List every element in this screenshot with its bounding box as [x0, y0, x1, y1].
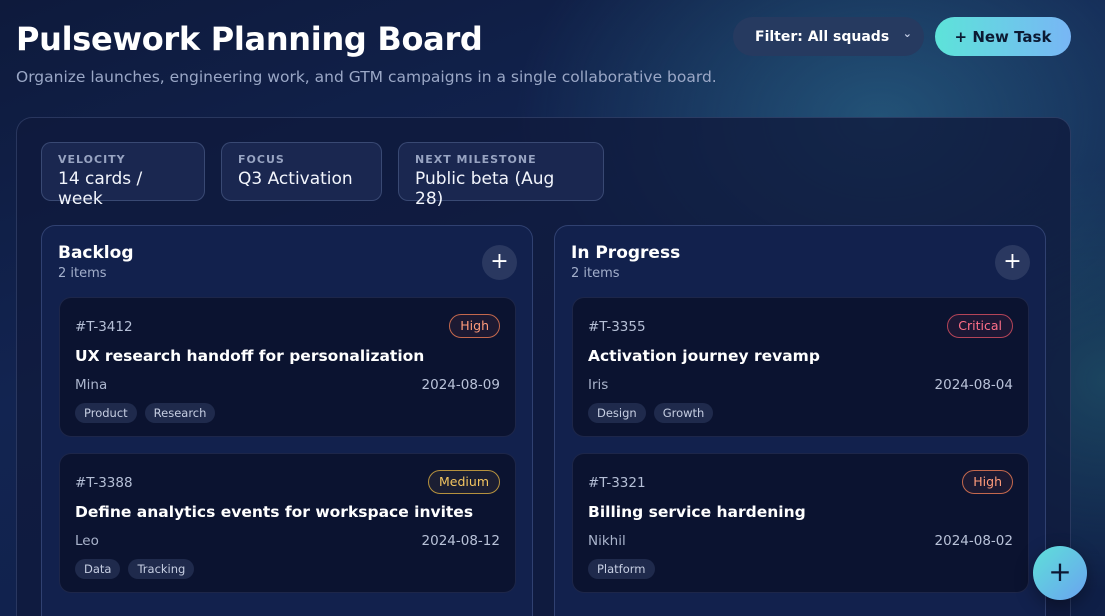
- task-id: #T-3388: [75, 475, 133, 491]
- task-tags: Product Research: [75, 403, 216, 423]
- tag: Platform: [588, 559, 655, 579]
- stat-next-milestone: NEXT MILESTONE Public beta (Aug 28): [398, 142, 604, 209]
- stat-value: 14 cards / week: [58, 169, 143, 209]
- task-title: Define analytics events for workspace in…: [75, 503, 474, 521]
- task-due-date: 2024-08-02: [934, 533, 1013, 549]
- stat-label: NEXT MILESTONE: [415, 153, 537, 166]
- task-owner: Mina: [75, 377, 108, 393]
- page-header: Pulsework Planning Board Organize launch…: [16, 20, 717, 86]
- page-subtitle: Organize launches, engineering work, and…: [16, 68, 717, 86]
- task-card[interactable]: #T-3388 Medium Define analytics events f…: [59, 453, 516, 593]
- column-count: 2 items: [58, 266, 107, 281]
- add-card-button[interactable]: +: [482, 245, 517, 280]
- task-tags: Data Tracking: [75, 559, 195, 579]
- plus-icon: +: [1003, 249, 1022, 274]
- task-card[interactable]: #T-3355 Critical Activation journey reva…: [572, 297, 1029, 437]
- task-due-date: 2024-08-09: [421, 377, 500, 393]
- task-due-date: 2024-08-04: [934, 377, 1013, 393]
- squad-filter-select[interactable]: Filter: All squads ⌄: [733, 17, 924, 56]
- tag: Growth: [653, 403, 714, 423]
- task-title: UX research handoff for personalization: [75, 347, 425, 365]
- task-tags: Design Growth: [588, 403, 714, 423]
- task-card[interactable]: #T-3321 High Billing service hardening N…: [572, 453, 1029, 593]
- column-title: Backlog: [58, 243, 134, 263]
- plus-icon: +: [490, 249, 509, 274]
- stat-value: Q3 Activation: [238, 169, 353, 189]
- tag: Product: [75, 403, 137, 423]
- page-title: Pulsework Planning Board: [16, 20, 483, 58]
- task-title: Billing service hardening: [588, 503, 806, 521]
- task-title: Activation journey revamp: [588, 347, 820, 365]
- stat-velocity: VELOCITY 14 cards / week: [41, 142, 205, 209]
- column-title: In Progress: [571, 243, 681, 263]
- stat-focus: FOCUS Q3 Activation: [221, 142, 382, 201]
- add-card-button[interactable]: +: [995, 245, 1030, 280]
- new-task-label: + New Task: [954, 27, 1052, 46]
- tag: Tracking: [128, 559, 195, 579]
- tag: Data: [75, 559, 121, 579]
- column-in-progress: In Progress 2 items + #T-3355 Critical A…: [554, 225, 1046, 616]
- tag: Research: [144, 403, 216, 423]
- chevron-down-icon: ⌄: [902, 27, 912, 40]
- task-id: #T-3321: [588, 475, 646, 491]
- task-due-date: 2024-08-12: [421, 533, 500, 549]
- floating-add-button[interactable]: +: [1033, 546, 1087, 600]
- stat-label: FOCUS: [238, 153, 285, 166]
- task-card[interactable]: #T-3412 High UX research handoff for per…: [59, 297, 516, 437]
- column-count: 2 items: [571, 266, 620, 281]
- task-id: #T-3355: [588, 319, 646, 335]
- task-owner: Iris: [588, 377, 609, 393]
- column-backlog: Backlog 2 items + #T-3412 High UX resear…: [41, 225, 533, 616]
- priority-badge: Critical: [947, 314, 1013, 338]
- plus-icon: +: [1048, 555, 1072, 588]
- task-id: #T-3412: [75, 319, 133, 335]
- stat-value: Public beta (Aug 28): [415, 169, 555, 209]
- priority-badge: Medium: [428, 470, 500, 494]
- task-owner: Leo: [75, 533, 99, 549]
- priority-badge: High: [962, 470, 1013, 494]
- task-owner: Nikhil: [588, 533, 626, 549]
- new-task-button[interactable]: + New Task: [935, 17, 1071, 56]
- priority-badge: High: [449, 314, 500, 338]
- tag: Design: [588, 403, 646, 423]
- task-tags: Platform: [588, 559, 655, 579]
- stat-label: VELOCITY: [58, 153, 126, 166]
- board-panel: VELOCITY 14 cards / week FOCUS Q3 Activa…: [16, 117, 1071, 616]
- filter-label: Filter: All squads: [755, 28, 890, 45]
